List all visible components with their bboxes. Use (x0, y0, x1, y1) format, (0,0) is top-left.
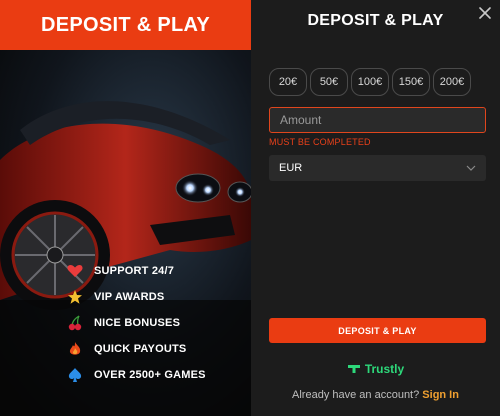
deposit-play-button[interactable]: DEPOSIT & PLAY (269, 318, 486, 343)
trustly-label: Trustly (364, 362, 405, 376)
deposit-modal: DEPOSIT & PLAY SUPPORT 24/7 VIP AWARDS N… (0, 0, 500, 416)
currency-select[interactable]: EUR (269, 155, 486, 181)
heart-icon (66, 262, 84, 280)
amount-chip-20[interactable]: 20€ (269, 68, 307, 96)
amount-error: MUST BE COMPLETED (269, 137, 371, 147)
currency-value: EUR (279, 162, 303, 174)
amount-chip-150[interactable]: 150€ (392, 68, 430, 96)
trustly-logo: Trustly (251, 362, 500, 376)
feature-label: VIP AWARDS (94, 291, 165, 303)
amount-input[interactable] (269, 107, 486, 133)
feature-label: QUICK PAYOUTS (94, 343, 187, 355)
feature-item: SUPPORT 24/7 (66, 258, 206, 284)
signin-prompt: Already have an account? (292, 389, 420, 401)
signin-row: Already have an account? Sign In (251, 389, 500, 401)
form-title: DEPOSIT & PLAY (307, 12, 444, 29)
close-button[interactable] (476, 4, 494, 22)
flame-icon (66, 340, 84, 358)
spade-icon (66, 366, 84, 384)
feature-item: QUICK PAYOUTS (66, 336, 206, 362)
feature-list: SUPPORT 24/7 VIP AWARDS NICE BONUSES QUI… (66, 258, 206, 388)
cherries-icon (66, 314, 84, 332)
feature-label: SUPPORT 24/7 (94, 265, 175, 277)
amount-chip-200[interactable]: 200€ (433, 68, 471, 96)
amount-chip-50[interactable]: 50€ (310, 68, 348, 96)
promo-header: DEPOSIT & PLAY (0, 0, 251, 50)
close-icon (479, 7, 491, 19)
amount-chip-group: 20€ 50€ 100€ 150€ 200€ (269, 68, 471, 96)
amount-chip-100[interactable]: 100€ (351, 68, 389, 96)
feature-item: VIP AWARDS (66, 284, 206, 310)
promo-panel: DEPOSIT & PLAY SUPPORT 24/7 VIP AWARDS N… (0, 0, 251, 416)
chevron-down-icon (466, 165, 476, 171)
feature-label: NICE BONUSES (94, 317, 181, 329)
feature-label: OVER 2500+ GAMES (94, 369, 206, 381)
feature-item: NICE BONUSES (66, 310, 206, 336)
signin-link[interactable]: Sign In (422, 389, 459, 401)
deposit-form-panel: DEPOSIT & PLAY 20€ 50€ 100€ 150€ 200€ MU… (251, 0, 500, 416)
star-icon (66, 288, 84, 306)
feature-item: OVER 2500+ GAMES (66, 362, 206, 388)
trustly-icon (347, 365, 360, 373)
